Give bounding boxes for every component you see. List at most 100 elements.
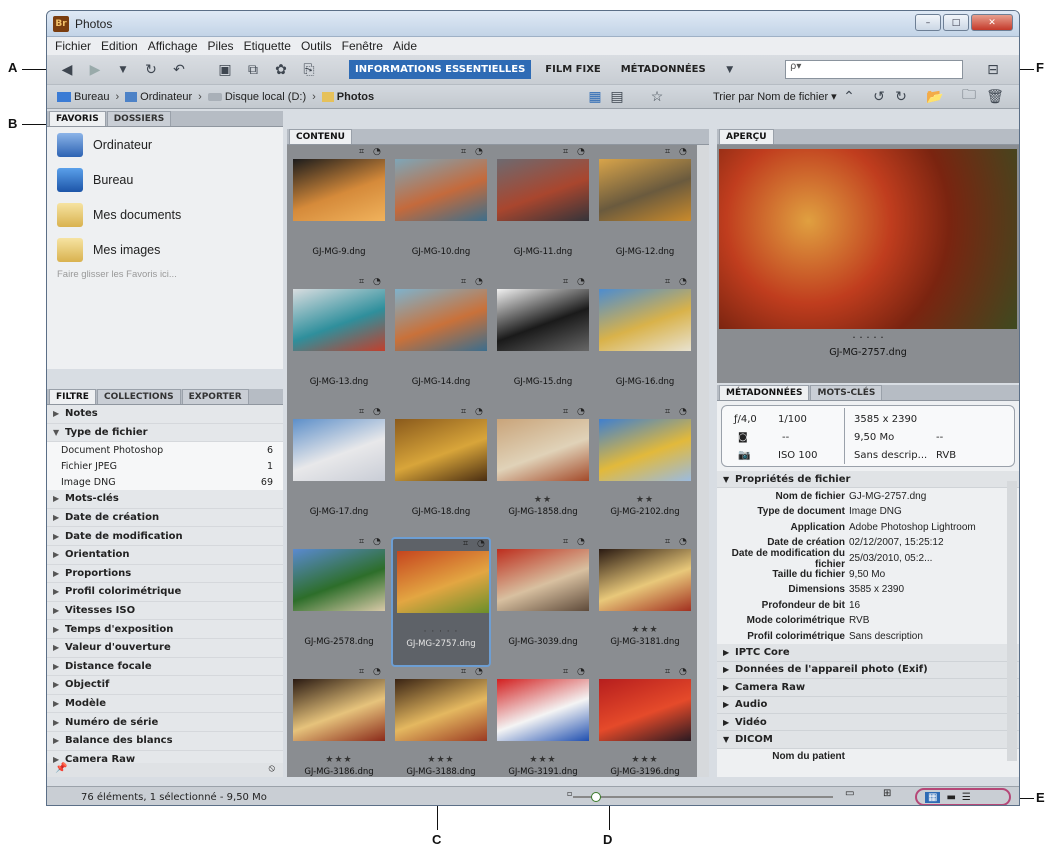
minimize-button[interactable]: – — [915, 14, 941, 31]
get-photos-icon[interactable]: ▣ — [215, 61, 235, 79]
recent-folders-icon[interactable]: ↻ — [141, 61, 161, 79]
tab-dossiers[interactable]: DOSSIERS — [106, 111, 172, 126]
thumbnail[interactable]: ⌗ ◔ ★★★ GJ-MG-3191.dng — [493, 667, 593, 797]
thumbnail[interactable]: ⌗ ◔ GJ-MG-13.dng — [289, 277, 389, 407]
thumbnail-quality-icon[interactable]: ▦ — [585, 87, 605, 105]
new-folder-icon[interactable]: 🗀 — [959, 86, 979, 105]
clear-filter-icon[interactable]: ⦸ — [268, 763, 275, 774]
sort-dropdown[interactable]: Trier par Nom de fichier ▾ — [713, 90, 837, 103]
thumbnail[interactable]: ⌗ ◔ GJ-MG-16.dng — [595, 277, 695, 407]
filter-star-icon[interactable]: ☆ — [647, 87, 667, 105]
output-icon[interactable]: ⎘ — [299, 61, 319, 79]
workspace-filmstrip[interactable]: FILM FIXE — [539, 60, 606, 79]
filter-row[interactable]: ▶ Orientation — [47, 545, 283, 565]
lock-grid-icon[interactable]: ⊞ — [883, 788, 891, 799]
rotate-left-icon[interactable]: ↺ — [869, 87, 889, 105]
thumbnail[interactable]: ⌗ ◔ GJ-MG-15.dng — [493, 277, 593, 407]
metadata-section[interactable]: ▶ Audio — [717, 696, 1019, 714]
filter-subrow[interactable]: Document Photoshop 6 — [47, 442, 283, 459]
section-dicom[interactable]: ▼ DICOM — [717, 731, 1019, 749]
filter-row[interactable]: ▶ Valeur d'ouverture — [47, 638, 283, 658]
fav-mes-images[interactable]: Mes images — [47, 232, 283, 267]
filter-row[interactable]: ▶ Temps d'exposition — [47, 620, 283, 639]
thumbnail[interactable]: ⌗ ◔ GJ-MG-17.dng — [289, 407, 389, 537]
tab-apercu[interactable]: APERÇU — [719, 129, 774, 144]
menu-outils[interactable]: Outils — [301, 39, 332, 53]
workspace-metadata[interactable]: MÉTADONNÉES — [615, 60, 712, 79]
filter-row[interactable]: ▶ Proportions — [47, 564, 283, 584]
thumbnail[interactable]: ⌗ ◔ ★★ GJ-MG-2102.dng — [595, 407, 695, 537]
sort-ascending-icon[interactable]: ⌃ — [839, 87, 859, 105]
menu-piles[interactable]: Piles — [208, 39, 234, 53]
metadata-section[interactable]: ▶ Vidéo — [717, 713, 1019, 732]
fav-bureau[interactable]: Bureau — [47, 162, 283, 197]
thumbnail[interactable]: ⌗ ◔ GJ-MG-14.dng — [391, 277, 491, 407]
filter-row[interactable]: ▼ Type de fichier — [47, 423, 283, 443]
menu-edition[interactable]: Edition — [101, 39, 138, 53]
slider-thumb[interactable] — [591, 792, 602, 802]
maximize-button[interactable]: □ — [943, 14, 969, 31]
content-scrollbar[interactable] — [697, 145, 709, 777]
thumbnail[interactable]: ⌗ ◔ GJ-MG-18.dng — [391, 407, 491, 537]
thumbnail-size-slider[interactable] — [573, 792, 833, 802]
view-details-icon[interactable]: ▬ — [946, 792, 955, 803]
filter-row[interactable]: ▶ Profil colorimétrique — [47, 583, 283, 602]
thumbnail[interactable]: ⌗ ◔ GJ-MG-3039.dng — [493, 537, 593, 667]
trash-icon[interactable]: 🗑 — [985, 87, 1005, 105]
tab-favoris[interactable]: FAVORIS — [49, 111, 106, 126]
view-options-icon[interactable]: ▤ — [607, 87, 627, 105]
tab-exporter[interactable]: EXPORTER — [181, 389, 249, 404]
rotate-right-icon[interactable]: ↻ — [891, 87, 911, 105]
metadata-section[interactable]: ▶ Données de l'appareil photo (Exif) — [717, 661, 1019, 680]
thumbnail[interactable]: ⌗ ◔ ★★ GJ-MG-1858.dng — [493, 407, 593, 537]
forward-arrow-icon[interactable]: ▶ — [85, 61, 105, 79]
refine-icon[interactable]: ⧉ — [243, 61, 263, 79]
filter-row[interactable]: ▶ Balance des blancs — [47, 731, 283, 751]
view-list-icon[interactable]: ☰ — [962, 792, 971, 803]
filter-row[interactable]: ▶ Distance focale — [47, 657, 283, 677]
thumbnail[interactable]: ⌗ ◔ GJ-MG-11.dng — [493, 147, 593, 277]
filter-row[interactable]: ▶ Objectif — [47, 676, 283, 695]
small-thumb-icon[interactable]: ▫ — [567, 789, 572, 798]
open-recent-icon[interactable]: 📂 — [925, 87, 945, 105]
metadata-section[interactable]: ▶ IPTC Core — [717, 644, 1019, 662]
menu-fenetre[interactable]: Fenêtre — [342, 39, 383, 53]
workspace-essentials[interactable]: INFORMATIONS ESSENTIELLES — [349, 60, 532, 79]
tab-mots-cles[interactable]: MOTS-CLÉS — [810, 385, 883, 400]
filter-row[interactable]: ▶ Mots-clés — [47, 490, 283, 509]
filter-subrow[interactable]: Fichier JPEG 1 — [47, 458, 283, 475]
filter-subrow[interactable]: Image DNG 69 — [47, 474, 283, 491]
thumbnail[interactable]: ⌗ ◔ ★★★ GJ-MG-3188.dng — [391, 667, 491, 797]
tab-contenu[interactable]: CONTENU — [289, 129, 352, 144]
crumb-photos[interactable]: Photos — [321, 91, 374, 103]
filter-row[interactable]: ▶ Notes — [47, 405, 283, 424]
preview-rating[interactable]: · · · · · — [717, 331, 1019, 344]
filter-row[interactable]: ▶ Numéro de série — [47, 713, 283, 732]
section-file-properties[interactable]: ▼ Propriétés de fichier — [717, 471, 1019, 489]
tab-metadonnees[interactable]: MÉTADONNÉES — [719, 385, 810, 400]
thumbnail[interactable]: ⌗ ◔ ★★★ GJ-MG-3196.dng — [595, 667, 695, 797]
filter-row[interactable]: ▶ Date de modification — [47, 527, 283, 546]
crumb-bureau[interactable]: Bureau — [57, 91, 109, 103]
back-arrow-icon[interactable]: ◀ — [57, 61, 77, 79]
fav-mes-documents[interactable]: Mes documents — [47, 197, 283, 232]
filter-row[interactable]: ▶ Modèle — [47, 694, 283, 714]
thumbnail[interactable]: ⌗ ◔ GJ-MG-2578.dng — [289, 537, 389, 667]
thumbnail[interactable]: ⌗ ◔ GJ-MG-12.dng — [595, 147, 695, 277]
fav-ordinateur[interactable]: Ordinateur — [47, 127, 283, 162]
crumb-disque[interactable]: Disque local (D:) — [207, 91, 306, 103]
recent-dropdown-icon[interactable]: ▼ — [113, 61, 133, 79]
menu-fichier[interactable]: Fichier — [55, 39, 91, 53]
thumbnail[interactable]: ⌗ ◔ ★★★ GJ-MG-3186.dng — [289, 667, 389, 797]
view-thumbnails-icon[interactable]: ▦ — [925, 791, 941, 803]
close-button[interactable]: ✕ — [971, 14, 1013, 31]
filter-row[interactable]: ▶ Date de création — [47, 508, 283, 528]
thumbnail[interactable]: ⌗ ◔ GJ-MG-9.dng — [289, 147, 389, 277]
search-field[interactable]: ρ▾ — [785, 60, 963, 79]
crumb-ordinateur[interactable]: Ordinateur — [125, 91, 192, 103]
tab-collections[interactable]: COLLECTIONS — [96, 389, 181, 404]
filter-row[interactable]: ▶ Vitesses ISO — [47, 601, 283, 621]
thumbnail[interactable]: ⌗ ◔ · · · · · GJ-MG-2757.dng — [391, 537, 491, 667]
workspace-dropdown-icon[interactable]: ▼ — [720, 61, 740, 79]
camera-raw-icon[interactable]: ✿ — [271, 61, 291, 79]
